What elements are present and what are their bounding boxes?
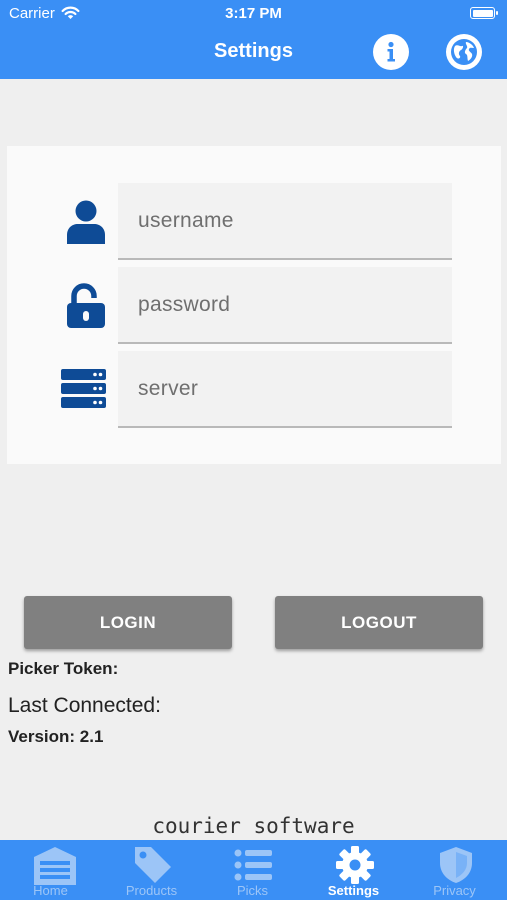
tab-bar: Home Products Picks Settings Privacy (0, 840, 507, 900)
tab-products[interactable]: Products (101, 840, 202, 900)
tab-label: Settings (327, 883, 380, 898)
logout-button[interactable]: LOGOUT (275, 596, 483, 649)
server-field[interactable] (118, 351, 452, 428)
tab-privacy[interactable]: Privacy (404, 840, 505, 900)
version-label: Version: 2.1 (8, 727, 104, 746)
password-input[interactable] (118, 267, 452, 342)
username-input[interactable] (118, 183, 452, 258)
tag-icon (135, 847, 171, 883)
list-icon (234, 849, 272, 881)
last-connected-label: Last Connected: (8, 694, 161, 717)
page-title: Settings (214, 40, 293, 62)
navigation-bar: Settings (0, 28, 507, 79)
gear-icon (336, 846, 374, 884)
password-field[interactable] (118, 267, 452, 344)
tab-picks[interactable]: Picks (202, 840, 303, 900)
login-form (7, 146, 501, 464)
shield-icon (440, 847, 472, 883)
globe-button[interactable] (446, 34, 482, 70)
username-field[interactable] (118, 183, 452, 260)
battery-icon (470, 7, 498, 19)
picker-token-label: Picker Token: (8, 659, 119, 678)
status-bar: Carrier 3:17 PM (0, 0, 507, 28)
user-icon (67, 200, 105, 244)
tab-settings[interactable]: Settings (303, 840, 404, 900)
info-button[interactable] (373, 34, 409, 70)
login-button[interactable]: LOGIN (24, 596, 232, 649)
tab-label: Picks (236, 883, 269, 898)
tab-label: Products (125, 883, 178, 898)
unlock-icon (67, 283, 105, 328)
server-input[interactable] (118, 351, 452, 426)
status-time: 3:17 PM (225, 5, 282, 22)
info-icon (387, 41, 395, 62)
garage-icon (34, 847, 76, 885)
tab-label: Privacy (433, 883, 476, 898)
tab-label: Home (33, 883, 68, 898)
server-icon (61, 369, 106, 408)
brand-text: courier software (152, 814, 355, 838)
tab-home[interactable]: Home (0, 840, 101, 900)
globe-icon (451, 39, 477, 65)
